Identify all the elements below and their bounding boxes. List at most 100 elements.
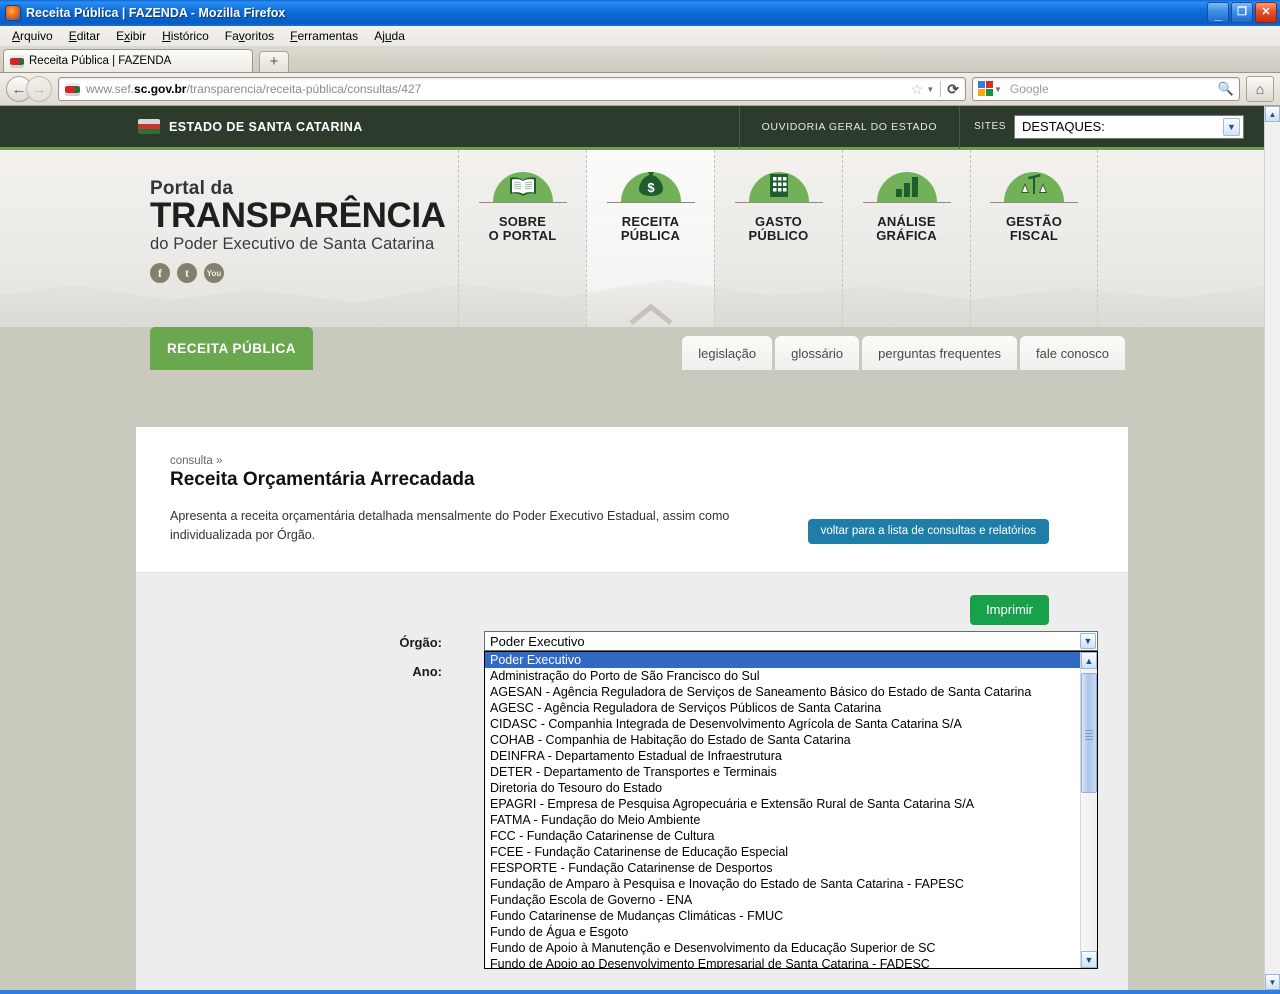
menu-editar[interactable]: Editar bbox=[61, 27, 108, 45]
dropdown-option[interactable]: DETER - Departamento de Transportes e Te… bbox=[485, 764, 1080, 780]
page-scrollbar[interactable]: ▲ ▼ bbox=[1264, 106, 1280, 990]
close-icon: ✕ bbox=[1261, 6, 1271, 18]
dropdown-option[interactable]: Fundação Escola de Governo - ENA bbox=[485, 892, 1080, 908]
browser-tab[interactable]: Receita Pública | FAZENDA bbox=[3, 49, 253, 72]
dropdown-option[interactable]: Poder Executivo bbox=[485, 652, 1080, 668]
dropdown-option[interactable]: CIDASC - Companhia Integrada de Desenvol… bbox=[485, 716, 1080, 732]
search-icon[interactable]: 🔍 bbox=[1218, 81, 1234, 97]
page-description: Apresenta a receita orçamentária detalha… bbox=[170, 509, 730, 542]
nav-item-sobre-o-portal[interactable]: SOBRE O PORTAL bbox=[458, 150, 586, 327]
orgao-selected-value: Poder Executivo bbox=[490, 633, 585, 649]
orgao-select[interactable]: Poder Executivo ▼ bbox=[484, 631, 1098, 651]
destaques-select[interactable]: DESTAQUES: ▼ bbox=[1014, 114, 1244, 139]
tab-glossario[interactable]: glossário bbox=[775, 336, 860, 370]
home-button[interactable]: ⌂ bbox=[1246, 76, 1274, 102]
breadcrumb[interactable]: consulta » bbox=[170, 455, 1094, 467]
ouvidoria-link[interactable]: OUVIDORIA GERAL DO ESTADO bbox=[740, 121, 959, 133]
firefox-icon bbox=[5, 5, 21, 21]
dropdown-options[interactable]: Poder Executivo Administração do Porto de… bbox=[485, 652, 1080, 968]
state-label: ESTADO DE SANTA CATARINA bbox=[169, 119, 363, 134]
url-actions: ☆ ▼ ⟳ bbox=[911, 81, 961, 98]
print-button[interactable]: Imprimir bbox=[970, 595, 1049, 625]
menu-ferramentas[interactable]: Ferramentas bbox=[282, 27, 366, 45]
dropdown-option[interactable]: FATMA - Fundação do Meio Ambiente bbox=[485, 812, 1080, 828]
youtube-icon[interactable]: You bbox=[204, 263, 224, 283]
restore-button[interactable]: ❐ bbox=[1231, 2, 1253, 23]
menu-exibir[interactable]: Exibir bbox=[108, 27, 154, 45]
logo-line-3: do Poder Executivo de Santa Catarina bbox=[150, 235, 435, 253]
menu-historico[interactable]: Histórico bbox=[154, 27, 217, 45]
chevron-down-icon[interactable]: ▼ bbox=[1223, 117, 1240, 136]
twitter-icon[interactable]: t bbox=[177, 263, 197, 283]
nav-label-line-1: SOBRE bbox=[498, 214, 547, 229]
logo-line-2: TRANSPARÊNCIA bbox=[150, 196, 446, 235]
nav-item-receita-publica[interactable]: $ RECEITA PÚBLICA bbox=[586, 150, 714, 327]
nav-label-line-1: GASTO bbox=[755, 214, 802, 229]
url-bar[interactable]: www.sef.sc.gov.br/transparencia/receita-… bbox=[58, 77, 966, 101]
tab-receita-publica[interactable]: RECEITA PÚBLICA bbox=[150, 327, 313, 370]
dropdown-option[interactable]: Diretoria do Tesouro do Estado bbox=[485, 780, 1080, 796]
search-input[interactable]: Google bbox=[1010, 82, 1218, 96]
dropdown-option[interactable]: COHAB - Companhia de Habitação do Estado… bbox=[485, 732, 1080, 748]
dropdown-option[interactable]: FCEE - Fundação Catarinense de Educação … bbox=[485, 844, 1080, 860]
window-title: Receita Pública | FAZENDA - Mozilla Fire… bbox=[26, 6, 286, 20]
scroll-track[interactable] bbox=[1081, 669, 1097, 951]
reload-icon[interactable]: ⟳ bbox=[947, 81, 959, 98]
nav-item-gasto-publico[interactable]: GASTO PÚBLICO bbox=[714, 150, 842, 327]
dropdown-option[interactable]: Fundo Catarinense de Mudanças Climáticas… bbox=[485, 908, 1080, 924]
back-to-list-button[interactable]: voltar para a lista de consultas e relat… bbox=[807, 519, 1049, 544]
dropdown-option[interactable]: Fundação de Amparo à Pesquisa e Inovação… bbox=[485, 876, 1080, 892]
forward-button[interactable]: → bbox=[26, 76, 52, 102]
menu-ajuda[interactable]: Ajuda bbox=[366, 27, 413, 45]
dropdown-scrollbar[interactable]: ▲ ▼ bbox=[1080, 652, 1097, 968]
chevron-down-icon[interactable]: ▼ bbox=[1080, 633, 1096, 649]
nav-icon-circle bbox=[734, 172, 823, 203]
dropdown-option[interactable]: FCC - Fundação Catarinense de Cultura bbox=[485, 828, 1080, 844]
dropdown-option[interactable]: Fundo de Apoio à Manutenção e Desenvolvi… bbox=[485, 940, 1080, 956]
building-icon bbox=[749, 173, 809, 200]
chevron-down-icon[interactable]: ▼ bbox=[926, 85, 934, 94]
portal-logo[interactable]: Portal da TRANSPARÊNCIA do Poder Executi… bbox=[150, 178, 446, 283]
nav-label-line-2: O PORTAL bbox=[488, 228, 557, 243]
dropdown-option[interactable]: FESPORTE - Fundação Catarinense de Despo… bbox=[485, 860, 1080, 876]
statusbar bbox=[0, 990, 1280, 994]
scroll-thumb[interactable] bbox=[1081, 673, 1097, 793]
dropdown-option[interactable]: Fundo de Apoio ao Desenvolvimento Empres… bbox=[485, 956, 1080, 968]
scroll-down-icon[interactable]: ▼ bbox=[1081, 951, 1097, 968]
dropdown-option[interactable]: AGESC - Agência Reguladora de Serviços P… bbox=[485, 700, 1080, 716]
tab-perguntas-frequentes[interactable]: perguntas frequentes bbox=[862, 336, 1017, 370]
minimize-button[interactable]: _ bbox=[1207, 2, 1229, 23]
search-engine-chevron-icon[interactable]: ▼ bbox=[994, 85, 1002, 94]
tab-legislacao[interactable]: legislação bbox=[682, 336, 773, 370]
nav-label-line-2: FISCAL bbox=[1009, 228, 1059, 243]
search-bar[interactable]: ▼ Google 🔍 bbox=[972, 77, 1240, 101]
dropdown-option[interactable]: AGESAN - Agência Reguladora de Serviços … bbox=[485, 684, 1080, 700]
new-tab-button[interactable]: + bbox=[259, 51, 289, 72]
tab-title: Receita Pública | FAZENDA bbox=[29, 55, 172, 67]
dropdown-option[interactable]: EPAGRI - Empresa de Pesquisa Agropecuári… bbox=[485, 796, 1080, 812]
page-scroll-down-icon[interactable]: ▼ bbox=[1265, 974, 1280, 990]
secondary-tabs: legislação glossário perguntas frequente… bbox=[682, 336, 1125, 370]
bookmark-star-icon[interactable]: ☆ bbox=[911, 81, 924, 98]
nav-item-analise-grafica[interactable]: ANÁLISE GRÁFICA bbox=[842, 150, 970, 327]
nav-item-gestao-fiscal[interactable]: GESTÃO FISCAL bbox=[970, 150, 1098, 327]
menu-favoritos[interactable]: Favoritos bbox=[217, 27, 282, 45]
facebook-icon[interactable]: f bbox=[150, 263, 170, 283]
window-titlebar: Receita Pública | FAZENDA - Mozilla Fire… bbox=[0, 0, 1280, 26]
dropdown-option[interactable]: Administração do Porto de São Francisco … bbox=[485, 668, 1080, 684]
site-favicon bbox=[65, 82, 80, 96]
dropdown-option[interactable]: DEINFRA - Departamento Estadual de Infra… bbox=[485, 748, 1080, 764]
orgao-dropdown-list[interactable]: Poder Executivo Administração do Porto de… bbox=[484, 651, 1098, 969]
ano-label: Ano: bbox=[412, 664, 442, 679]
nav-icon-circle bbox=[990, 172, 1078, 203]
state-brand[interactable]: ESTADO DE SANTA CATARINA bbox=[0, 119, 739, 134]
close-button[interactable]: ✕ bbox=[1255, 2, 1277, 23]
dropdown-option[interactable]: Fundo de Água e Esgoto bbox=[485, 924, 1080, 940]
nav-label-gasto-publico: GASTO PÚBLICO bbox=[749, 215, 809, 243]
page-scroll-up-icon[interactable]: ▲ bbox=[1265, 106, 1280, 122]
menu-arquivo[interactable]: AArquivorquivo bbox=[4, 27, 61, 45]
divider bbox=[940, 81, 942, 97]
tab-fale-conosco[interactable]: fale conosco bbox=[1020, 336, 1125, 370]
site-banner: Portal da TRANSPARÊNCIA do Poder Executi… bbox=[0, 150, 1280, 327]
scroll-up-icon[interactable]: ▲ bbox=[1081, 652, 1097, 669]
